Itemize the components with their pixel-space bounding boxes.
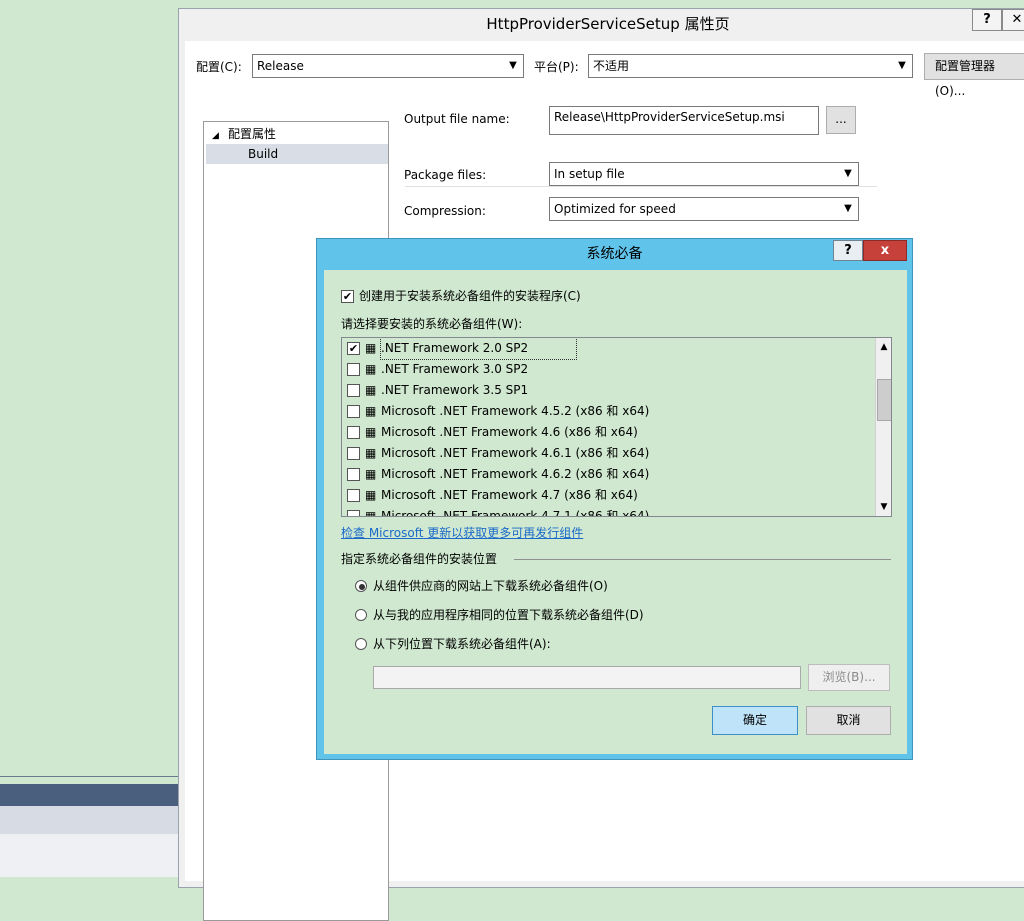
scroll-down-icon[interactable]: ▼ — [876, 499, 891, 515]
list-item[interactable]: ▦ Microsoft .NET Framework 4.6.1 (x86 和 … — [342, 443, 872, 464]
close-button[interactable]: ✕ — [1002, 9, 1024, 31]
list-item[interactable]: ▦ Microsoft .NET Framework 4.6 (x86 和 x6… — [342, 422, 872, 443]
platform-value: 不适用 — [593, 59, 630, 73]
dialog-help-button[interactable]: ? — [833, 240, 863, 261]
check-updates-link[interactable]: 检查 Microsoft 更新以获取更多可再发行组件 — [341, 525, 583, 541]
install-location-label: 指定系统必备组件的安装位置 — [341, 552, 498, 566]
item-checkbox[interactable] — [347, 510, 360, 516]
list-item[interactable]: ▦ Microsoft .NET Framework 4.5.2 (x86 和 … — [342, 401, 872, 422]
dialog-body: ✔ 创建用于安装系统必备组件的安装程序(C) 请选择要安装的系统必备组件(W):… — [324, 270, 907, 754]
package-icon: ▦ — [365, 446, 377, 460]
package-icon: ▦ — [365, 404, 377, 418]
item-checkbox[interactable] — [347, 468, 360, 481]
radio-vendor-website-label: 从组件供应商的网站上下载系统必备组件(O) — [373, 579, 608, 593]
background-ide-divider — [0, 776, 178, 784]
package-icon: ▦ — [365, 467, 377, 481]
create-setup-checkbox[interactable]: ✔ — [341, 290, 354, 303]
radio-custom-location[interactable] — [355, 638, 367, 650]
config-label: 配置(C): — [196, 60, 242, 74]
expand-triangle-icon[interactable]: ◢ — [212, 126, 228, 146]
prereq-list-label: 请选择要安装的系统必备组件(W): — [341, 317, 523, 331]
package-files-value: In setup file — [554, 167, 625, 181]
item-label: Microsoft .NET Framework 4.6.1 (x86 和 x6… — [381, 446, 650, 460]
tree-item-label: 配置属性 — [228, 127, 277, 141]
help-button[interactable]: ? — [972, 9, 1002, 31]
platform-label: 平台(P): — [534, 60, 579, 74]
config-value: Release — [257, 59, 304, 73]
package-icon: ▦ — [365, 383, 377, 397]
scroll-up-icon[interactable]: ▲ — [876, 339, 891, 355]
radio-selected-dot — [359, 584, 365, 590]
group-divider — [514, 559, 891, 560]
package-files-select[interactable]: In setup file ▼ — [549, 162, 859, 186]
platform-select[interactable]: 不适用 ▼ — [588, 54, 913, 78]
compression-label: Compression: — [404, 204, 486, 218]
tree-item-build[interactable]: Build — [206, 144, 388, 164]
item-checkbox[interactable] — [347, 426, 360, 439]
config-select[interactable]: Release ▼ — [252, 54, 524, 78]
cancel-button[interactable]: 取消 — [806, 706, 891, 735]
package-icon: ▦ — [365, 509, 377, 517]
config-manager-button[interactable]: 配置管理器(O)... — [924, 53, 1024, 98]
location-path-input[interactable] — [373, 666, 801, 689]
item-label: Microsoft .NET Framework 4.6.2 (x86 和 x6… — [381, 467, 650, 481]
background-ide-panel — [0, 806, 178, 834]
window-title: HttpProviderServiceSetup 属性页 — [486, 15, 730, 33]
list-item[interactable]: ▦ .NET Framework 3.5 SP1 — [342, 380, 872, 401]
chevron-down-icon: ▼ — [509, 60, 517, 71]
output-file-input[interactable]: Release\HttpProviderServiceSetup.msi — [549, 106, 819, 135]
radio-same-location[interactable] — [355, 609, 367, 621]
chevron-down-icon: ▼ — [844, 168, 852, 179]
separator — [405, 186, 877, 187]
tree-item-config-properties[interactable]: ◢ 配置属性 — [212, 124, 382, 144]
item-label: .NET Framework 3.5 SP1 — [381, 383, 529, 397]
browse-button[interactable]: 浏览(B)... — [808, 664, 890, 691]
compression-value: Optimized for speed — [554, 202, 676, 216]
package-icon: ▦ — [365, 341, 377, 355]
prerequisites-dialog: 系统必备 ? x ✔ 创建用于安装系统必备组件的安装程序(C) 请选择要安装的系… — [316, 238, 913, 760]
item-checkbox[interactable] — [347, 447, 360, 460]
list-item[interactable]: ▦ Microsoft .NET Framework 4.6.2 (x86 和 … — [342, 464, 872, 485]
create-setup-label: 创建用于安装系统必备组件的安装程序(C) — [359, 289, 581, 303]
package-icon: ▦ — [365, 425, 377, 439]
chevron-down-icon: ▼ — [844, 203, 852, 214]
item-checkbox[interactable] — [347, 384, 360, 397]
scroll-thumb[interactable] — [877, 379, 891, 421]
item-checkbox[interactable] — [347, 489, 360, 502]
dialog-title: 系统必备 — [586, 246, 643, 262]
dialog-close-button[interactable]: x — [863, 240, 907, 261]
list-item[interactable]: ▦ Microsoft .NET Framework 4.7.1 (x86 和 … — [342, 506, 872, 517]
radio-custom-location-label: 从下列位置下载系统必备组件(A): — [373, 637, 551, 651]
package-icon: ▦ — [365, 488, 377, 502]
item-label: .NET Framework 2.0 SP2 — [379, 338, 578, 360]
item-label: Microsoft .NET Framework 4.6 (x86 和 x64) — [381, 425, 638, 439]
list-item[interactable]: ▦ .NET Framework 3.0 SP2 — [342, 359, 872, 380]
ok-button[interactable]: 确定 — [712, 706, 798, 735]
compression-select[interactable]: Optimized for speed ▼ — [549, 197, 859, 221]
background-ide-status — [0, 834, 178, 877]
list-scrollbar[interactable]: ▲ ▼ — [875, 338, 891, 516]
item-checkbox[interactable]: ✔ — [347, 342, 360, 355]
item-checkbox[interactable] — [347, 363, 360, 376]
prereq-list: ✔ ▦ .NET Framework 2.0 SP2 ▦ .NET Framew… — [341, 337, 892, 517]
list-item[interactable]: ▦ Microsoft .NET Framework 4.7 (x86 和 x6… — [342, 485, 872, 506]
item-label: Microsoft .NET Framework 4.7 (x86 和 x64) — [381, 488, 638, 502]
output-browse-button[interactable]: ... — [826, 106, 856, 134]
list-item[interactable]: ✔ ▦ .NET Framework 2.0 SP2 — [342, 338, 872, 360]
radio-same-location-label: 从与我的应用程序相同的位置下载系统必备组件(D) — [373, 608, 644, 622]
package-files-label: Package files: — [404, 168, 487, 182]
item-label: .NET Framework 3.0 SP2 — [381, 362, 529, 376]
output-file-label: Output file name: — [404, 112, 510, 126]
radio-vendor-website[interactable] — [355, 580, 367, 592]
item-label: Microsoft .NET Framework 4.5.2 (x86 和 x6… — [381, 404, 650, 418]
package-icon: ▦ — [365, 362, 377, 376]
item-checkbox[interactable] — [347, 405, 360, 418]
chevron-down-icon: ▼ — [898, 60, 906, 71]
background-ide-toolbar — [0, 784, 178, 806]
item-label: Microsoft .NET Framework 4.7.1 (x86 和 x6… — [381, 509, 650, 517]
